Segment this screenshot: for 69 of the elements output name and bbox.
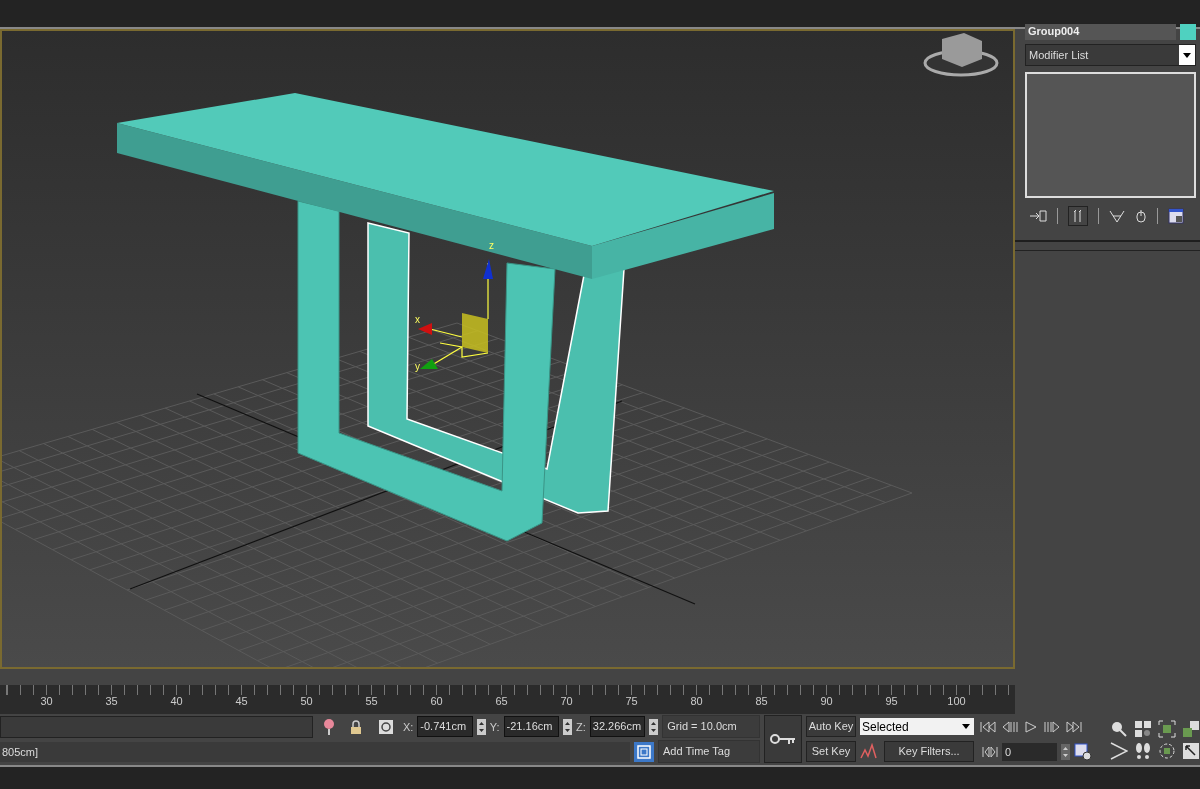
isolate-pin-icon[interactable] bbox=[322, 717, 335, 736]
frame-number: 30 bbox=[39, 695, 54, 707]
frame-number: 90 bbox=[819, 695, 834, 707]
frame-number: 95 bbox=[884, 695, 899, 707]
orbit-icon[interactable] bbox=[1158, 742, 1176, 760]
frame-number: 45 bbox=[234, 695, 249, 707]
axis-label: Z: bbox=[576, 720, 586, 733]
axis-label: z bbox=[489, 240, 494, 251]
set-key-button[interactable]: Set Key bbox=[806, 741, 856, 762]
spinner-icon[interactable] bbox=[476, 718, 486, 735]
previous-frame-icon[interactable] bbox=[1002, 720, 1018, 733]
coordinate-field[interactable]: 32.266cm bbox=[589, 716, 646, 737]
add-time-tag-button[interactable]: Add Time Tag bbox=[658, 740, 760, 763]
zoom-extents-all-icon[interactable] bbox=[1182, 720, 1200, 738]
frame-number: 35 bbox=[104, 695, 119, 707]
coordinate-field[interactable]: -21.16cm bbox=[503, 716, 560, 737]
current-frame-field[interactable]: 0 bbox=[1002, 742, 1057, 761]
frame-number: 65 bbox=[494, 695, 509, 707]
coordinate-field[interactable]: -0.741cm bbox=[417, 716, 473, 737]
modifier-stack[interactable] bbox=[1025, 72, 1196, 198]
axis-label: X: bbox=[402, 720, 414, 733]
zoom-icon[interactable] bbox=[1110, 720, 1128, 738]
key-filters-button[interactable]: Key Filters... bbox=[884, 741, 974, 762]
configure-sets-icon[interactable] bbox=[1168, 208, 1184, 224]
frame-number: 55 bbox=[364, 695, 379, 707]
zoom-all-icon[interactable] bbox=[1134, 720, 1152, 738]
pin-stack-icon[interactable] bbox=[1029, 209, 1047, 223]
time-configuration-icon[interactable] bbox=[1074, 742, 1092, 761]
maxscript-listener-field[interactable] bbox=[0, 715, 313, 738]
viewport[interactable]: x y z bbox=[0, 29, 1015, 669]
show-end-result-icon[interactable] bbox=[1068, 206, 1088, 226]
frame-number: 70 bbox=[559, 695, 574, 707]
prompt-line-field[interactable]: 805cm] bbox=[0, 741, 630, 762]
zoom-extents-icon[interactable] bbox=[1158, 720, 1176, 738]
auto-key-button[interactable]: Auto Key bbox=[806, 716, 856, 737]
axis-label: x bbox=[415, 314, 420, 325]
maximize-viewport-icon[interactable] bbox=[1182, 742, 1200, 760]
frame-number: 50 bbox=[299, 695, 314, 707]
next-frame-icon[interactable] bbox=[1044, 720, 1060, 733]
frame-number: 80 bbox=[689, 695, 704, 707]
frame-number: 60 bbox=[429, 695, 444, 707]
frame-number: 75 bbox=[624, 695, 639, 707]
go-to-end-icon[interactable] bbox=[1066, 720, 1082, 733]
time-tag-icon[interactable] bbox=[634, 741, 654, 762]
modifier-list-dropdown[interactable]: Modifier List bbox=[1025, 44, 1196, 66]
field-of-view-icon[interactable] bbox=[1110, 742, 1128, 760]
dropdown-arrow-icon bbox=[962, 724, 970, 729]
spinner-icon[interactable] bbox=[563, 718, 573, 735]
spinner-icon[interactable] bbox=[649, 718, 659, 735]
grid-size-readout: Grid = 10.0cm bbox=[662, 715, 760, 738]
axis-label: Y: bbox=[489, 720, 500, 733]
funnel-icon[interactable] bbox=[1109, 209, 1125, 223]
viewcube-icon[interactable] bbox=[923, 33, 999, 77]
play-icon[interactable] bbox=[1024, 720, 1038, 733]
set-keys-button[interactable] bbox=[764, 715, 802, 763]
walk-through-icon[interactable] bbox=[1134, 742, 1152, 760]
spinner-icon[interactable] bbox=[1061, 743, 1070, 760]
frame-number: 85 bbox=[754, 695, 769, 707]
frame-number: 100 bbox=[946, 695, 967, 707]
key-icon bbox=[770, 733, 796, 745]
axis-label: y bbox=[415, 361, 420, 372]
frame-number: 40 bbox=[169, 695, 184, 707]
mouse-icon[interactable] bbox=[1135, 209, 1147, 223]
timeline-ruler[interactable]: 30 35 40 45 50 55 60 65 70 75 80 85 90 95 100 bbox=[0, 685, 1015, 714]
go-to-start-icon[interactable] bbox=[980, 720, 996, 733]
lock-icon[interactable] bbox=[350, 719, 362, 734]
curve-icon[interactable] bbox=[860, 742, 880, 761]
key-mode-dropdown[interactable]: Selected bbox=[860, 718, 974, 735]
object-name-field[interactable]: Group004 bbox=[1025, 23, 1176, 40]
